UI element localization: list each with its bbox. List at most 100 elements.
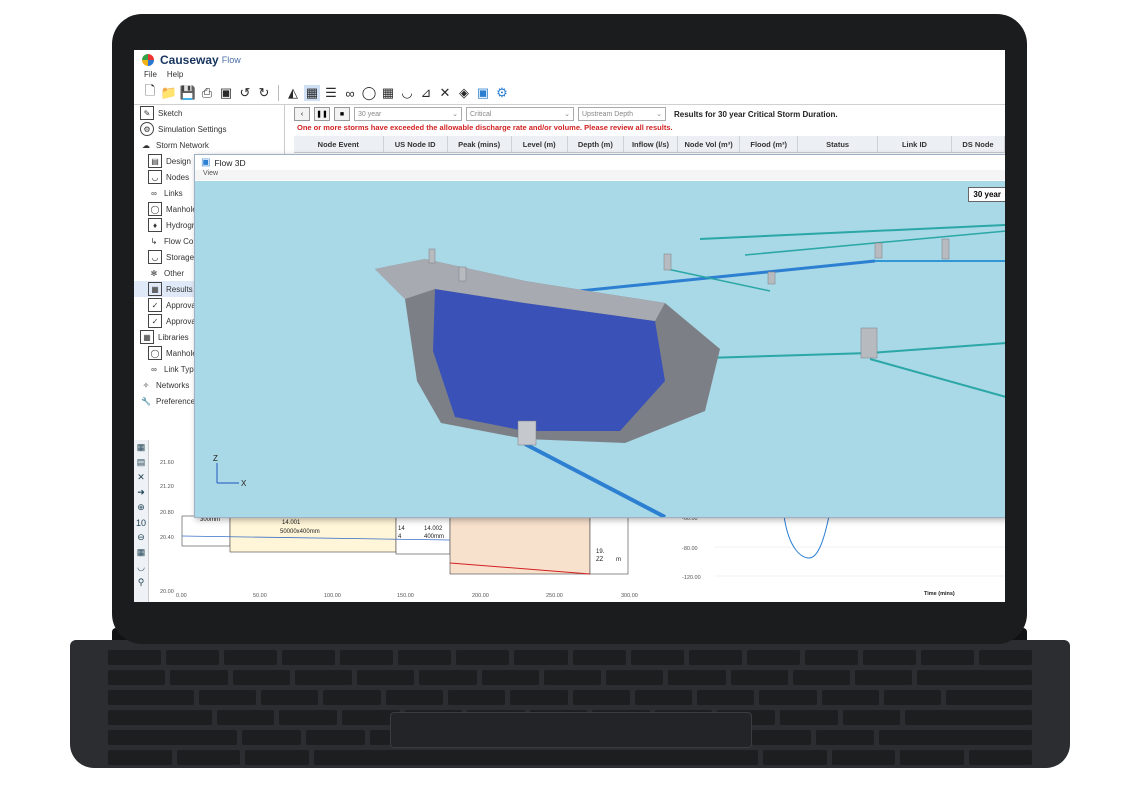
sidebar-item-label: Design — [166, 156, 191, 166]
chart-y-tick: -120.00 — [682, 575, 701, 581]
chart-icon[interactable]: ⊿ — [418, 85, 434, 101]
stop-button[interactable]: ■ — [334, 107, 350, 121]
app-name: Causeway — [160, 53, 219, 67]
mode-select[interactable]: Upstream Depth ⌄ — [578, 107, 666, 121]
storm-select-value: 30 year — [358, 110, 382, 118]
results-title: Results for 30 year Critical Storm Durat… — [674, 109, 838, 119]
settings-gear-icon[interactable]: ⚙ — [494, 85, 510, 101]
sidebar-item-label: Flow Co — [164, 236, 194, 246]
profile-icon[interactable]: ▦ — [304, 85, 320, 101]
duration-select[interactable]: Critical ⌄ — [466, 107, 574, 121]
3d-scene: Z X — [213, 224, 1005, 517]
menu-file[interactable]: File — [144, 70, 157, 82]
manhole-node — [874, 242, 883, 259]
sidebar-item-label: Storage — [166, 252, 195, 262]
mode-select-value: Upstream Depth — [582, 110, 633, 118]
flow-3d-window: ▣ Flow 3D View Z X 30 year — [194, 154, 1005, 518]
col-header[interactable]: US Node ID — [384, 136, 448, 152]
sidebar-item-label: Preference — [156, 396, 196, 406]
print-preview-icon[interactable]: ▣ — [218, 85, 234, 101]
y-tick: 20.80 — [160, 510, 174, 516]
z-axis-label: Z — [213, 454, 218, 463]
y-tick: 20.00 — [160, 589, 174, 595]
manhole-icon[interactable]: ◭ — [285, 85, 301, 101]
save-icon[interactable]: 💾 — [180, 85, 196, 101]
storm-select[interactable]: 30 year ⌄ — [354, 107, 462, 121]
screen: Causeway Flow File Help 🗋 📁 💾 ⎙ ▣ ↺ ↻ ◭ … — [134, 50, 1005, 602]
model-icon[interactable]: ◈ — [456, 85, 472, 101]
col-header[interactable]: DS Node — [952, 136, 1005, 152]
app-subname: Flow — [221, 55, 241, 65]
touchpad — [390, 712, 752, 748]
x-tick: 0.00 — [176, 593, 187, 599]
hydrograph-icon: ♦ — [148, 218, 162, 232]
col-header[interactable]: Node Vol (m³) — [678, 136, 741, 152]
sidebar-item-label: Networks — [156, 380, 190, 390]
col-header[interactable]: Flood (m³) — [740, 136, 799, 152]
sidebar-item-label: Simulation Settings — [158, 124, 227, 134]
table-icon[interactable]: ▦ — [380, 85, 396, 101]
settings-icon: ⚙ — [140, 122, 154, 136]
undo-icon[interactable]: ↺ — [237, 85, 253, 101]
library-icon: ▦ — [140, 330, 154, 344]
col-header[interactable]: Link ID — [878, 136, 952, 152]
keyboard — [70, 640, 1070, 768]
col-header[interactable]: Peak (mins) — [448, 136, 512, 152]
menu-view[interactable]: View — [203, 170, 218, 177]
sidebar-item-simulation-settings[interactable]: ⚙ Simulation Settings — [134, 121, 284, 137]
3d-box-icon[interactable]: ▣ — [475, 85, 491, 101]
cloud-icon: ☁ — [142, 140, 150, 150]
new-file-icon[interactable]: 🗋 — [142, 83, 158, 101]
flow-control-icon[interactable]: ◯ — [361, 85, 377, 101]
sidebar-item-label: Other — [164, 268, 185, 278]
results-table-icon: ▦ — [148, 282, 162, 296]
profile-label: m — [616, 557, 621, 563]
col-header[interactable]: Status — [798, 136, 879, 152]
print-icon[interactable]: ⎙ — [199, 85, 215, 101]
toolbar-separator — [278, 85, 279, 101]
duration-select-value: Critical — [470, 110, 492, 118]
discharge-warning: One or more storms have exceeded the all… — [297, 123, 673, 132]
col-header[interactable]: Depth (m) — [568, 136, 624, 152]
x-tick: 100.00 — [324, 593, 341, 599]
sidebar-item-label: Results — [166, 284, 193, 294]
col-header[interactable]: Inflow (l/s) — [624, 136, 679, 152]
sidebar-item-sketch[interactable]: ✎ Sketch — [134, 105, 284, 121]
manhole-node — [517, 420, 537, 446]
list-icon[interactable]: ☰ — [323, 85, 339, 101]
step-back-button[interactable]: ‹ — [294, 107, 310, 121]
pipe-link — [869, 342, 1005, 354]
col-header[interactable]: Level (m) — [512, 136, 568, 152]
x-tick: 250.00 — [546, 593, 563, 599]
sidebar-item-storm-network[interactable]: ☁ Storm Network — [134, 137, 284, 153]
causeway-logo-icon — [142, 54, 154, 66]
menu-bar: File Help — [134, 70, 1005, 82]
col-header[interactable]: Node Event — [294, 136, 384, 152]
redo-icon[interactable]: ↻ — [256, 85, 272, 101]
profile-label: 19. — [596, 549, 605, 555]
node-icon: ◡ — [148, 170, 162, 184]
flow-3d-titlebar: ▣ Flow 3D — [195, 155, 1005, 170]
storage-icon[interactable]: ◡ — [399, 85, 415, 101]
chart-x-label: Time (mins) — [924, 591, 955, 597]
y-tick: 21.20 — [160, 484, 174, 490]
open-folder-icon[interactable]: 📁 — [161, 85, 177, 101]
x-axis-label: X — [241, 479, 247, 488]
sketch-icon: ✎ — [140, 106, 154, 120]
3d-viewport[interactable]: Z X 30 year — [195, 181, 1005, 517]
pause-button[interactable]: ❚❚ — [314, 107, 330, 121]
link-icon[interactable]: ∞ — [342, 85, 358, 101]
profile-label: 14 — [398, 526, 405, 532]
flow-3d-title: Flow 3D — [214, 157, 246, 168]
approval-icon: ✓ — [148, 298, 162, 312]
flow-control-icon: ↳ — [150, 236, 158, 246]
3d-box-icon: ▣ — [201, 157, 211, 168]
x-tick: 200.00 — [472, 593, 489, 599]
menu-help[interactable]: Help — [167, 70, 183, 82]
chevron-down-icon: ⌄ — [564, 111, 570, 118]
manhole-node — [767, 271, 776, 285]
sidebar-item-label: Manhole — [166, 204, 197, 214]
manhole-node — [458, 266, 467, 282]
y-tick: 20.40 — [160, 535, 174, 541]
tools-icon[interactable]: ✕ — [437, 85, 453, 101]
